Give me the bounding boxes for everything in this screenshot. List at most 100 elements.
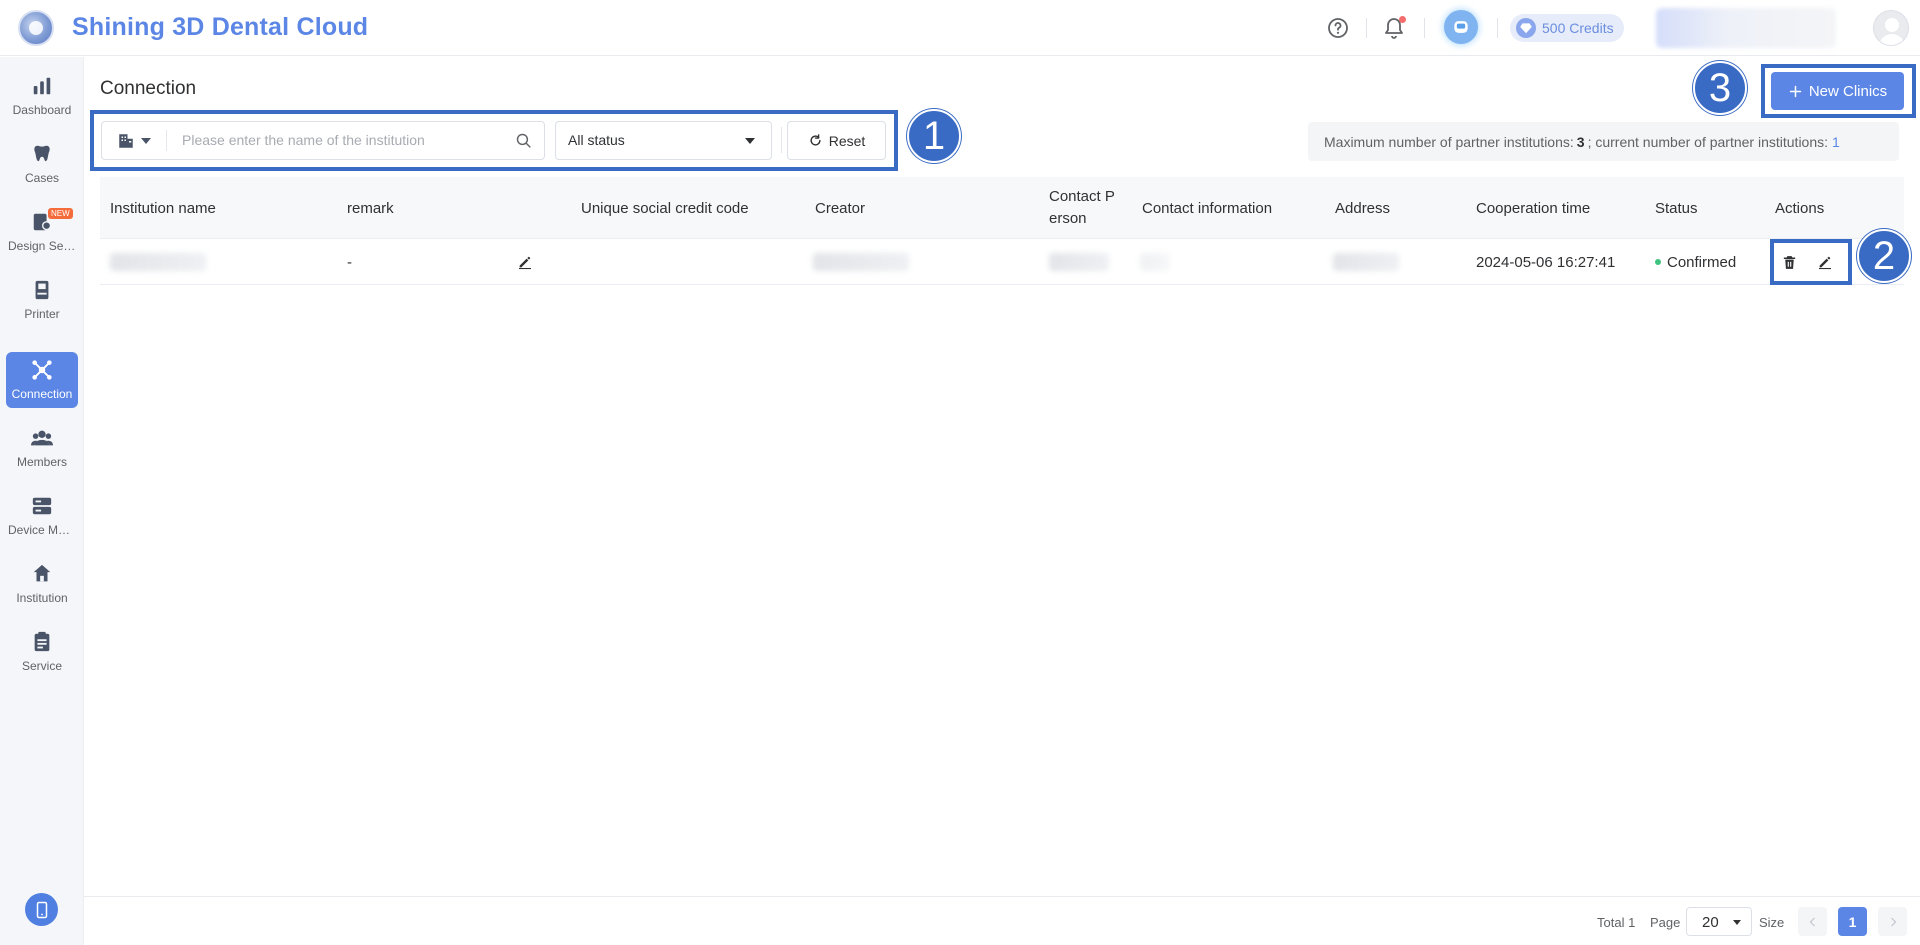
col-contact-person: Contact P erson [1049,188,1115,227]
app-title[interactable]: Shining 3D Dental Cloud [72,13,368,42]
sidebar-item-connection[interactable]: Connection [6,352,78,408]
sidebar-item-label: Dashboard [12,103,72,117]
status-text: Confirmed [1667,253,1737,271]
printer-icon [35,280,49,300]
page-size-value: 20 [1702,914,1719,931]
caret-down-icon [1733,920,1741,925]
notification-dot [1399,16,1406,23]
annotation-box-actions [1770,239,1852,285]
institution-type-dropdown[interactable] [102,122,166,159]
bar-chart-icon [33,77,51,95]
sidebar-item-label: Device Management [8,523,76,537]
page-title: Connection [100,78,197,99]
cell-institution-name [110,239,206,285]
sidebar-item-label: Cases [24,171,59,185]
credits-label: 500 Credits [1542,20,1614,36]
sidebar-item-service[interactable]: Service [6,624,78,680]
col-status: Status [1655,199,1698,217]
page-size-select[interactable]: 20 [1686,907,1752,936]
info-max: 3 [1576,133,1585,150]
refresh-icon [810,134,821,146]
partner-limit-info: Maximum number of partner institutions: … [1308,122,1899,161]
status-select-value: All status [568,132,625,148]
cell-contact-person [1049,239,1109,285]
sidebar-item-device-management[interactable]: Device Management [6,488,78,544]
app-logo[interactable] [18,10,54,46]
page-1-button[interactable]: 1 [1838,907,1867,936]
info-prefix: Maximum number of partner institutions: [1324,133,1574,150]
cell-cooperation-time: 2024-05-06 16:27:41 [1476,253,1616,271]
chevron-left-icon [1809,917,1815,926]
sidebar-item-label: Institution [16,591,68,605]
edit-remark-icon[interactable] [517,239,533,285]
chevron-right-icon [1890,917,1896,926]
sidebar-item-institution[interactable]: Institution [6,556,78,612]
help-icon[interactable] [1326,16,1350,40]
col-remark: remark [347,199,394,217]
table-row[interactable]: - 2024-05-06 16:27:41 Confirmed [100,239,1904,285]
top-header: Shining 3D Dental Cloud 500 Credits [0,0,1920,56]
sidebar-item-cases[interactable]: Cases [6,136,78,192]
info-current: 1 [1832,133,1840,150]
sidebar-item-design-service[interactable]: NEW Design Service [6,204,78,260]
sidebar-item-members[interactable]: Members [6,420,78,476]
new-clinics-label: New Clinics [1808,82,1888,100]
sidebar-item-label: Members [16,455,67,469]
status-select[interactable]: All status [555,121,772,160]
credits-badge[interactable]: 500 Credits [1510,14,1624,42]
sidebar-item-dashboard[interactable]: Dashboard [6,68,78,124]
col-credit-code: Unique social credit code [581,199,749,217]
col-address: Address [1335,199,1391,217]
tooth-assistant-button[interactable] [1444,10,1478,44]
col-creator: Creator [815,199,866,217]
tooth-icon [34,145,50,162]
avatar[interactable] [1873,10,1909,46]
caret-down-icon [141,137,151,144]
sidebar-item-label: Design Service [8,239,76,253]
connections-table: Institution name remark Unique social cr… [100,177,1904,285]
members-icon [31,430,53,446]
clipboard-icon [34,631,50,652]
table-header: Institution name remark Unique social cr… [100,177,1904,239]
prev-page-button[interactable] [1798,907,1827,936]
phone-icon [36,901,47,918]
annotation-marker-1: 1 [907,109,961,163]
header-divider [1497,18,1498,38]
search-placeholder[interactable]: Please enter the name of the institution [182,132,425,148]
pagination-page-label: Page [1650,915,1681,930]
new-clinics-button[interactable]: New Clinics [1771,72,1904,110]
sidebar-item-label: Service [21,659,62,673]
pagination-size-label: Size [1759,915,1785,930]
annotation-marker-3: 3 [1693,61,1747,115]
annotation-marker-2: 2 [1857,229,1911,283]
header-divider [1424,18,1425,38]
institution-search[interactable]: Please enter the name of the institution [101,121,545,160]
pagination-total: Total 1 [1597,915,1636,930]
device-icon [32,497,52,515]
search-icon[interactable] [515,132,532,153]
next-page-button[interactable] [1878,907,1907,936]
pagination-bar: Total 1 Page 20 Size 1 [84,896,1920,945]
new-badge: NEW [48,208,73,219]
cell-address [1333,239,1399,285]
user-info[interactable] [1656,8,1836,48]
info-middle: ; current number of partner institutions… [1587,133,1829,150]
status-dot [1655,259,1661,265]
col-contact-information: Contact information [1142,199,1273,217]
caret-down-icon [745,138,755,144]
sidebar-item-label: Connection [11,387,73,401]
cell-creator [813,239,909,285]
cell-contact-information [1140,239,1170,285]
sidebar-item-label: Printer [24,307,60,321]
mobile-app-button[interactable] [25,893,58,926]
input-divider [166,130,167,151]
col-cooperation-time: Cooperation time [1476,199,1591,217]
filter-divider [781,127,782,153]
tooth-icon [1454,21,1468,33]
connection-icon [32,360,52,380]
col-actions: Actions [1775,199,1825,217]
reset-button[interactable]: Reset [787,121,886,160]
cell-remark: - [347,253,352,271]
sidebar-item-printer[interactable]: Printer [6,272,78,328]
sidebar: Dashboard Cases NEW Design Service Print… [0,57,84,945]
